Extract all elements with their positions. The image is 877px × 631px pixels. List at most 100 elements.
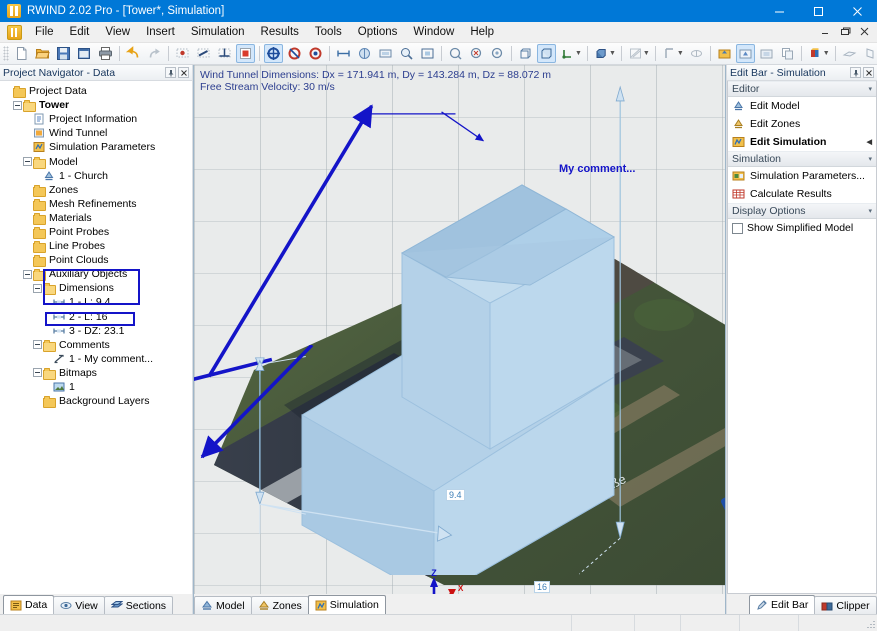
display-mode-button[interactable] [376,44,395,63]
tree-item[interactable]: Wind Tunnel [0,126,192,140]
object-snap-button[interactable] [687,44,706,63]
box-solid-button[interactable] [537,44,556,63]
tree-item[interactable]: Model [0,154,192,169]
menu-insert[interactable]: Insert [138,24,183,40]
tab-simulation[interactable]: Simulation [307,595,386,614]
print-button[interactable] [96,44,115,63]
expander-toggle-icon[interactable] [23,157,32,167]
box-wireframe-button[interactable] [516,44,535,63]
model-layer-button[interactable] [715,44,734,63]
tree-item[interactable]: Tower [0,98,192,113]
tab-sections[interactable]: Sections [103,596,174,614]
zoom-reset-button[interactable] [467,44,486,63]
model-object-1-button[interactable] [264,44,283,63]
select-surfaces-button[interactable] [215,44,234,63]
zoom-previous-button[interactable] [446,44,465,63]
render-mode-button[interactable] [355,44,374,63]
expander-toggle-icon[interactable] [13,100,22,110]
tree-item[interactable]: 1 - My comment... [0,352,192,366]
save-button[interactable] [54,44,73,63]
tab-clipper[interactable]: Clipper [814,596,877,614]
tab-zones[interactable]: Zones [250,596,309,614]
measure-button[interactable] [334,44,353,63]
dimension-label-9-4[interactable]: 9.4 [446,489,465,501]
select-solids-button[interactable] [236,44,255,63]
menu-tools[interactable]: Tools [307,24,350,40]
menu-simulation[interactable]: Simulation [183,24,253,40]
select-nodes-button[interactable] [173,44,192,63]
close-icon[interactable] [863,67,874,78]
menu-results[interactable]: Results [253,24,307,40]
tree-item[interactable]: Materials [0,211,192,225]
edit-bar-group-header[interactable]: Simulation ▾ [728,151,876,167]
model-object-2-button[interactable] [285,44,304,63]
tree-item[interactable]: Dimensions [0,281,192,296]
tree-item[interactable]: Bitmaps [0,366,192,380]
chevron-down-icon[interactable]: ▾ [868,155,872,163]
tree-item[interactable]: 3 - DZ: 23.1 [0,324,192,338]
edit-bar-item[interactable]: Edit Model [728,97,876,115]
zoom-all-button[interactable] [418,44,437,63]
edit-bar-item[interactable]: Edit Simulation ◀ [728,133,876,151]
menu-window[interactable]: Window [405,24,462,40]
tab-edit-bar[interactable]: Edit Bar [749,595,816,614]
dimension-label-16[interactable]: 16 [534,581,551,593]
tree-item[interactable]: Project Information [0,112,192,126]
colors-button[interactable] [806,44,825,63]
close-icon[interactable] [178,67,189,78]
expander-toggle-icon[interactable] [23,269,32,279]
zoom-fit-button[interactable] [488,44,507,63]
tree-item[interactable]: Project Data [0,84,192,99]
3d-scene[interactable]: Sand… Wilhelm-Pieck-Straße M [194,65,725,594]
expander-toggle-icon[interactable] [33,340,42,350]
close-icon[interactable] [838,0,877,22]
chevron-down-icon[interactable]: ▾ [868,85,872,93]
mdi-close-icon[interactable] [858,26,871,39]
tree-item[interactable]: Line Probes [0,239,192,254]
select-lines-button[interactable] [194,44,213,63]
tab-model[interactable]: Model [194,596,252,614]
edit-bar-item[interactable]: Calculate Results [728,185,876,203]
model-object-3-button[interactable] [306,44,325,63]
toolbar-grip[interactable] [3,46,9,61]
surface-2-button[interactable] [861,44,877,63]
pin-icon[interactable] [850,67,861,78]
tree-item[interactable]: 1 - L: 9.4 [0,295,192,309]
mdi-app-icon[interactable] [7,24,22,40]
transparency-button[interactable] [626,44,645,63]
project-tree[interactable]: Project Data Tower Project Information Wind… [0,81,192,594]
resize-grip[interactable] [861,615,877,631]
surface-1-button[interactable] [840,44,859,63]
tree-item[interactable]: 2 - L: 16 [0,310,192,324]
solid-display-button[interactable] [592,44,611,63]
edit-bar-group-header[interactable]: Display Options ▾ [728,203,876,219]
plane-layer-button[interactable] [757,44,776,63]
minimize-icon[interactable] [760,0,799,22]
tree-item[interactable]: Point Clouds [0,253,192,268]
open-folder-button[interactable] [33,44,52,63]
tree-item[interactable]: 1 - Church [0,169,192,183]
tree-item[interactable]: Comments [0,338,192,352]
redo-button[interactable] [145,44,164,63]
menu-file[interactable]: File [27,24,62,40]
pin-icon[interactable] [165,67,176,78]
edit-bar-item[interactable]: Simulation Parameters... [728,167,876,185]
save-as-window-button[interactable] [75,44,94,63]
menu-view[interactable]: View [97,24,138,40]
axes-button[interactable] [558,44,577,63]
zones-layer-button[interactable] [735,44,755,63]
chevron-down-icon[interactable]: ▾ [868,207,872,215]
tab-data[interactable]: Data [3,595,55,614]
tree-item[interactable]: Point Probes [0,225,192,239]
snap-button[interactable] [660,44,679,63]
edit-bar-item[interactable]: Edit Zones [728,115,876,133]
chevron-left-icon[interactable]: ◀ [867,138,872,146]
mdi-restore-icon[interactable] [839,26,852,39]
mdi-minimize-icon[interactable] [820,26,833,39]
copy-layer-button[interactable] [778,44,797,63]
tree-item[interactable]: Mesh Refinements [0,197,192,211]
edit-bar-group-header[interactable]: Editor ▾ [728,81,876,97]
tree-item[interactable]: 1 [0,380,192,394]
tree-item[interactable]: Auxiliary Objects [0,267,192,282]
tree-item[interactable]: Background Layers [0,394,192,409]
